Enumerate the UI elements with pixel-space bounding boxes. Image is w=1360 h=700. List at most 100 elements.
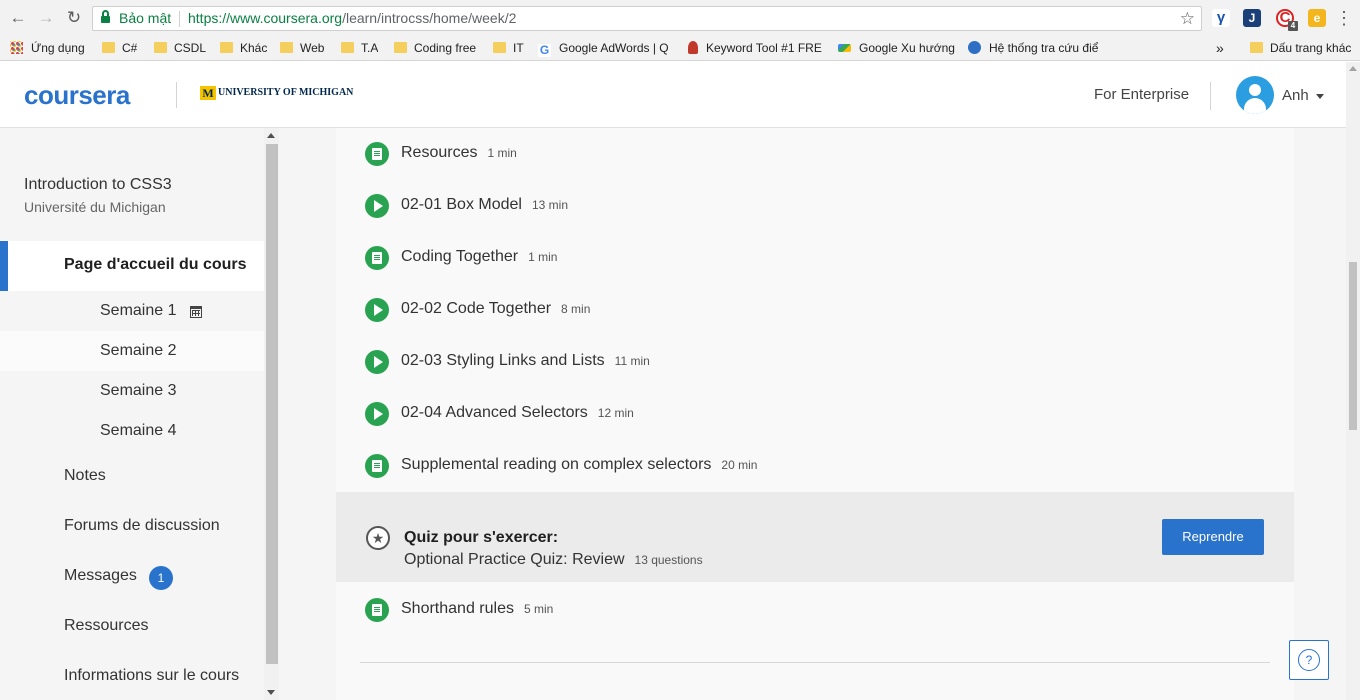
umich-block-m-logo: M (200, 86, 216, 100)
sidebar-scrollbar[interactable] (264, 128, 279, 700)
lesson-title: 02-02 Code Together (401, 300, 552, 317)
lesson-title: 02-03 Styling Links and Lists (401, 352, 605, 369)
sidebar-item-course-home[interactable]: Page d'accueil du cours (0, 241, 264, 291)
google-icon: G (538, 43, 551, 57)
sidebar-item-notes[interactable]: Notes (64, 467, 106, 485)
folder-icon (1250, 42, 1263, 53)
other-bookmarks[interactable]: Dấu trang khác (1250, 40, 1351, 57)
help-button[interactable]: ? (1289, 640, 1329, 680)
bookmark-label: T.A (361, 41, 379, 55)
quiz-type-label: Quiz pour s'exercer: (404, 529, 559, 546)
trends-icon (838, 44, 851, 52)
sidebar-item-week-3[interactable]: Semaine 3 (0, 371, 264, 411)
extension-e-icon[interactable]: e (1308, 9, 1326, 27)
help-icon: ? (1298, 649, 1320, 671)
sidebar-item-week-1[interactable]: Semaine 1 (0, 291, 264, 331)
video-complete-icon (365, 350, 389, 374)
lesson-duration: 1 min (528, 250, 558, 264)
forward-arrow-icon[interactable]: → (36, 8, 56, 28)
bookmark-label: Coding free (414, 41, 477, 55)
video-complete-icon (365, 402, 389, 426)
sidebar-item-label: Page d'accueil du cours (64, 256, 247, 273)
reload-icon[interactable]: ↻ (64, 8, 84, 28)
course-university: Université du Michigan (24, 199, 166, 215)
lesson-title: 02-01 Box Model (401, 196, 522, 213)
sidebar-item-week-2[interactable]: Semaine 2 (0, 331, 264, 371)
sidebar-item-forums[interactable]: Forums de discussion (64, 517, 220, 535)
folder-icon (102, 42, 115, 53)
reading-complete-icon (365, 142, 389, 166)
messages-count-badge: 1 (149, 566, 173, 590)
sidebar-item-week-4[interactable]: Semaine 4 (0, 411, 264, 451)
page-scroll-thumb[interactable] (1349, 262, 1357, 430)
bookmark-label: Ứng dụng (31, 41, 85, 55)
sidebar-item-resources[interactable]: Ressources (64, 617, 148, 635)
scroll-up-icon[interactable] (1349, 66, 1357, 71)
folder-icon (341, 42, 354, 53)
video-complete-icon (365, 298, 389, 322)
lesson-duration: 11 min (614, 354, 650, 368)
user-avatar[interactable] (1236, 76, 1274, 114)
lock-icon (101, 10, 110, 24)
for-enterprise-link[interactable]: For Enterprise (1094, 86, 1189, 103)
lesson-duration: 8 min (561, 302, 591, 316)
bookmark-label: Khác (240, 41, 268, 55)
bookmark-star-icon[interactable]: ☆ (1180, 7, 1195, 30)
scroll-up-icon[interactable] (267, 133, 275, 138)
url-host: https://www.coursera.org (188, 10, 343, 26)
folder-icon (154, 42, 167, 53)
bookmarks-overflow-button[interactable]: » (1216, 40, 1224, 57)
back-arrow-icon[interactable]: ← (8, 8, 28, 28)
sidebar-item-course-info[interactable]: Informations sur le cours (64, 667, 239, 685)
bookmark-folder-ta[interactable]: T.A (341, 40, 378, 57)
address-bar[interactable]: Bảo mật https://www.coursera.org/learn/i… (92, 6, 1202, 31)
folder-icon (493, 42, 506, 53)
bookmark-he-thong[interactable]: Hệ thống tra cứu điể (968, 40, 1103, 57)
extension-j-icon[interactable]: J (1243, 9, 1261, 27)
bookmark-label: IT (513, 41, 524, 55)
folder-icon (394, 42, 407, 53)
url-text[interactable]: https://www.coursera.org/learn/introcss/… (188, 7, 516, 30)
bookmark-keyword-tool[interactable]: Keyword Tool #1 FRE (688, 40, 823, 57)
bookmark-folder-coding-free[interactable]: Coding free (394, 40, 476, 57)
browser-menu-icon[interactable]: ⋮ (1334, 8, 1354, 28)
folder-icon (220, 42, 233, 53)
lesson-duration: 20 min (721, 458, 758, 472)
bookmark-folder-it[interactable]: IT (493, 40, 524, 57)
bookmark-label: CSDL (174, 41, 207, 55)
bookmark-folder-csharp[interactable]: C# (102, 40, 137, 57)
week-label: Semaine 2 (100, 342, 177, 359)
bookmark-label: Google AdWords | Q (559, 41, 669, 55)
bookmark-google-adwords[interactable]: G Google AdWords | Q (538, 40, 673, 57)
bookmark-folder-khac[interactable]: Khác (220, 40, 267, 57)
scroll-down-icon[interactable] (267, 690, 275, 695)
folder-icon (280, 42, 293, 53)
sidebar-scroll-thumb[interactable] (266, 144, 278, 664)
course-sidebar: Introduction to CSS3 Université du Michi… (0, 128, 264, 700)
resume-quiz-button[interactable]: Reprendre (1162, 519, 1264, 555)
section-divider (360, 662, 1270, 663)
extension-v-icon[interactable]: γ (1212, 9, 1230, 27)
browser-toolbar: ← → ↻ Bảo mật https://www.coursera.org/l… (0, 0, 1360, 36)
course-title: Introduction to CSS3 (24, 176, 172, 193)
bookmark-label: C# (122, 41, 138, 55)
week-label: Semaine 4 (100, 422, 177, 439)
bookmark-google-trends[interactable]: Google Xu hướng (838, 40, 955, 57)
secure-label: Bảo mật (119, 10, 172, 26)
bookmark-folder-web[interactable]: Web (280, 40, 324, 57)
extension-badge: 4 (1288, 21, 1298, 31)
lesson-duration: 5 min (523, 602, 554, 616)
page-scrollbar[interactable] (1346, 62, 1360, 700)
lesson-title: Supplemental reading on complex selector… (401, 456, 712, 473)
bookmark-apps[interactable]: Ứng dụng (10, 40, 85, 57)
chevron-down-icon[interactable] (1316, 94, 1324, 99)
user-name[interactable]: Anh (1282, 87, 1309, 104)
bookmark-folder-csdl[interactable]: CSDL (154, 40, 206, 57)
partner-logo[interactable]: M UNIVERSITY OF MICHIGAN (200, 86, 353, 100)
practice-quiz-item[interactable]: ★ Quiz pour s'exercer: Optional Practice… (336, 492, 1294, 582)
sidebar-item-messages[interactable]: Messages (64, 567, 137, 585)
quiz-title: Optional Practice Quiz: Review (404, 551, 625, 568)
coursera-logo[interactable]: coursera (24, 80, 130, 111)
lesson-title: Resources (401, 144, 478, 161)
partner-name: UNIVERSITY OF MICHIGAN (218, 87, 354, 98)
